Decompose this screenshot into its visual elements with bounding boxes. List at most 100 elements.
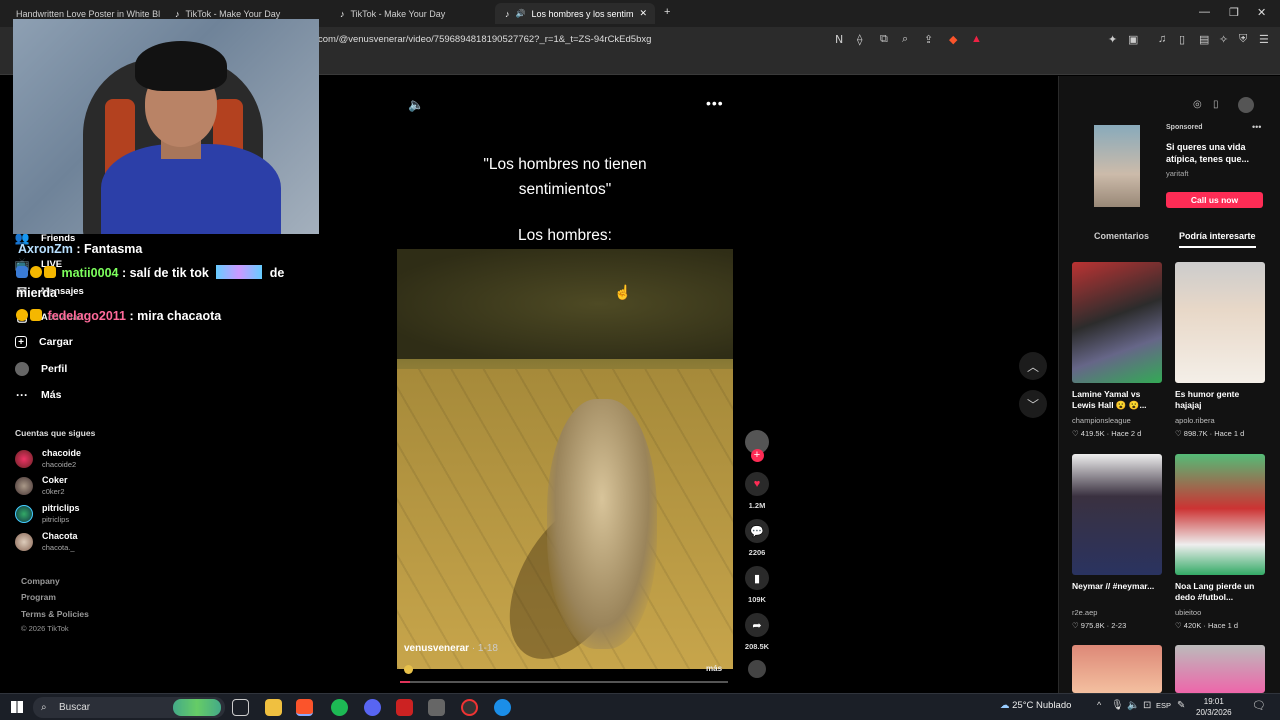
progress-bar[interactable] xyxy=(400,681,728,683)
game-app-icon[interactable] xyxy=(428,699,445,716)
reader-icon[interactable]: 𝖭 xyxy=(835,33,843,46)
rewards-icon[interactable]: ▲ xyxy=(971,33,982,45)
video-author[interactable]: venusvenerar · 1-18 xyxy=(404,643,498,654)
close-window-button[interactable]: ✕ xyxy=(1257,6,1266,19)
avatar xyxy=(15,449,33,468)
browser-tab[interactable]: ♪ TikTok - Make Your Day xyxy=(330,3,490,24)
recommended-video-card[interactable]: Neymar // #neymar... r2e.aep ♡ 975.8K · … xyxy=(1072,454,1162,630)
taskbar-search[interactable]: ⌕ Buscar xyxy=(33,697,225,718)
close-tab-icon[interactable]: ✕ xyxy=(639,8,647,19)
leo-icon[interactable]: ✧ xyxy=(1219,33,1228,46)
speaker-icon[interactable]: 🔈 xyxy=(1127,700,1139,711)
device-icon[interactable]: ▯ xyxy=(1213,99,1219,110)
share-button[interactable]: ➦ 208.5K xyxy=(744,613,770,651)
restore-button[interactable]: ❐ xyxy=(1229,6,1239,19)
next-video-button[interactable]: ﹀ xyxy=(1019,390,1047,418)
url-field[interactable]: com/@venusvenerar/video/7596894818190527… xyxy=(318,34,651,45)
pen-icon[interactable]: ✎ xyxy=(1177,700,1185,711)
footer-link-terms[interactable]: Terms & Policies xyxy=(21,609,89,619)
obs-app-icon[interactable] xyxy=(396,699,413,716)
ad-text[interactable]: Si queres una vida atípica, tenes que... xyxy=(1166,141,1262,165)
screenshot-icon[interactable]: ▣ xyxy=(1128,33,1138,46)
following-item[interactable]: Coker c0ker2 xyxy=(15,475,68,496)
footer-link-program[interactable]: Program xyxy=(21,592,56,602)
tray-chevron-icon[interactable]: ^ xyxy=(1097,700,1101,710)
translate-icon[interactable]: ⟠ xyxy=(857,33,862,46)
windows-start-icon[interactable] xyxy=(11,701,23,713)
recommended-video-card[interactable]: Noa Lang pierde un dedo #futbol... ubiei… xyxy=(1175,454,1265,630)
like-count: 1.2M xyxy=(748,501,766,510)
follow-plus-icon[interactable]: + xyxy=(750,449,764,462)
share-icon[interactable]: ⇪ xyxy=(924,33,933,46)
comment-button[interactable]: 💬 2206 xyxy=(744,519,770,557)
like-button[interactable]: ♥ 1.2M xyxy=(744,472,770,510)
nav-more[interactable]: ··· Más xyxy=(15,388,61,402)
vpn-icon[interactable]: ⛨ xyxy=(1239,33,1247,46)
tiktok-icon: ♪ xyxy=(175,8,180,19)
mic-icon[interactable]: 🎙 xyxy=(1111,700,1124,711)
clock[interactable]: 19:01 20/3/2026 xyxy=(1196,696,1232,718)
task-view-icon[interactable] xyxy=(232,699,249,716)
tab-you-may-like[interactable]: Podría interesarte xyxy=(1179,231,1256,248)
recommended-video-card[interactable]: Es humor gente hajajaj apolo.ribera ♡ 89… xyxy=(1175,262,1265,438)
following-item[interactable]: Chacota chacota._ xyxy=(15,531,78,552)
file-explorer-icon[interactable] xyxy=(265,699,282,716)
video-player[interactable] xyxy=(397,249,733,669)
tab-comments[interactable]: Comentarios xyxy=(1094,231,1149,241)
sidebar-icon[interactable]: ▯ xyxy=(1179,33,1185,46)
language-indicator[interactable]: ESP xyxy=(1156,701,1171,710)
crown-icon xyxy=(44,266,56,278)
wallet-icon[interactable]: ▤ xyxy=(1199,33,1209,46)
ad-more-icon[interactable]: ••• xyxy=(1252,122,1261,132)
chevron-down-icon: ﹀ xyxy=(1026,397,1039,412)
more-options-icon[interactable]: ••• xyxy=(706,95,724,111)
open-external-icon[interactable]: ⧉ xyxy=(880,33,888,46)
card-author[interactable]: apolo.ribera xyxy=(1175,416,1265,425)
brave-shield-icon[interactable]: ◆ xyxy=(949,33,957,46)
recommended-video-card[interactable]: Lamine Yamal vs Lewis Hall 😮 😮... champi… xyxy=(1072,262,1162,438)
chat-badge-icon xyxy=(16,266,28,278)
card-author[interactable]: championsleague xyxy=(1072,416,1162,425)
following-item[interactable]: chacoide chacoide2 xyxy=(15,448,81,469)
author-avatar-button[interactable]: + xyxy=(744,430,770,462)
media-icon[interactable]: ♫ xyxy=(1158,33,1166,45)
sound-disc-icon xyxy=(748,660,766,678)
more-link[interactable]: más xyxy=(706,664,722,673)
footer-link-company[interactable]: Company xyxy=(21,576,60,586)
notification-icon[interactable]: 🗨 xyxy=(1252,699,1266,712)
footer-copyright: © 2026 TikTok xyxy=(21,624,69,633)
extensions-icon[interactable]: ✦ xyxy=(1108,33,1117,46)
save-button[interactable]: ▮ 109K xyxy=(744,566,770,604)
sound-disc-button[interactable] xyxy=(744,660,770,678)
menu-icon[interactable]: ☰ xyxy=(1259,33,1269,46)
monitor-app-icon[interactable] xyxy=(461,699,478,716)
video-date: · 1-18 xyxy=(469,643,498,654)
volume-icon[interactable]: 🔈 xyxy=(408,97,424,113)
browser-tab-active[interactable]: ♪ 🔊 Los hombres y los sentimient ✕ xyxy=(495,3,655,24)
spotify-icon[interactable] xyxy=(331,699,348,716)
video-thumbnail[interactable] xyxy=(1175,645,1265,693)
author-name[interactable]: venusvenerar xyxy=(404,643,469,654)
following-item[interactable]: pitriclips pitriclips xyxy=(15,503,80,524)
brave-browser-icon[interactable] xyxy=(296,699,313,716)
card-author[interactable]: ubieitoo xyxy=(1175,608,1265,617)
ad-cta-button[interactable]: Call us now xyxy=(1166,192,1263,208)
discord-icon[interactable] xyxy=(364,699,381,716)
nav-profile[interactable]: Perfil xyxy=(15,362,67,376)
card-author[interactable]: r2e.aep xyxy=(1072,608,1162,617)
network-icon[interactable]: ⊡ xyxy=(1143,700,1151,711)
chat-text: : mira chacaota xyxy=(129,309,222,323)
previous-video-button[interactable]: ︿ xyxy=(1019,352,1047,380)
zoom-icon[interactable]: ⌕ xyxy=(902,33,908,46)
nav-upload[interactable]: + Cargar xyxy=(15,336,73,348)
new-tab-button[interactable]: + xyxy=(664,6,670,18)
minimize-button[interactable]: — xyxy=(1199,6,1210,18)
video-thumbnail[interactable] xyxy=(1072,645,1162,693)
ad-author[interactable]: yaritaft xyxy=(1166,169,1189,178)
cc-app-icon[interactable] xyxy=(494,699,511,716)
chat-username: fedelago2011 xyxy=(47,309,126,323)
compass-icon[interactable]: ◎ xyxy=(1193,99,1202,110)
ad-thumbnail[interactable] xyxy=(1094,125,1140,207)
weather-widget[interactable]: ☁ 25°C Nublado xyxy=(1000,700,1071,711)
user-avatar[interactable] xyxy=(1238,97,1254,113)
